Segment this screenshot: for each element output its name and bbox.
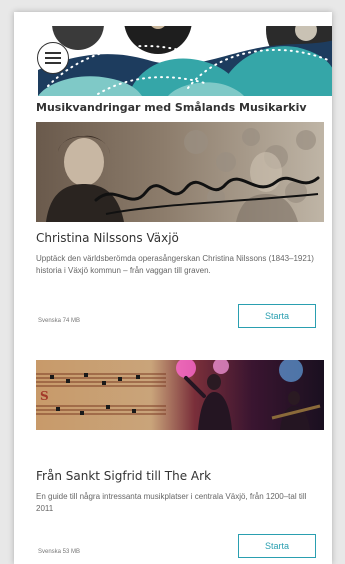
app-screen: Musikvandringar med Smålands Musikarkiv bbox=[14, 12, 332, 564]
concert-photo: S bbox=[36, 360, 324, 430]
walk-image-sankt-sigfrid[interactable]: S bbox=[36, 360, 324, 460]
walk-card: Christina Nilssons Växjö Upptäck den vär… bbox=[36, 122, 332, 328]
walk-description: En guide till några intressanta musikpla… bbox=[36, 492, 307, 513]
page-title: Musikvandringar med Smålands Musikarkiv bbox=[36, 101, 307, 114]
walk-meta: Svenska 74 MB bbox=[38, 318, 81, 324]
start-button[interactable]: Starta bbox=[238, 304, 316, 328]
menu-button[interactable] bbox=[37, 42, 69, 74]
svg-text:S: S bbox=[40, 389, 49, 403]
walk-image-christina-nilsson[interactable] bbox=[36, 122, 324, 222]
portrait-photo bbox=[36, 122, 324, 222]
walk-card: S Från Sankt Sigfrid till The Ark En gui… bbox=[36, 360, 332, 558]
header-banner bbox=[38, 26, 332, 96]
walk-meta: Svenska 53 MB bbox=[38, 549, 81, 555]
walk-description: Upptäck den världsberömda operasångerska… bbox=[36, 254, 314, 275]
banner-artwork bbox=[38, 26, 332, 96]
walk-title[interactable]: Christina Nilssons Växjö bbox=[36, 231, 332, 245]
walk-title[interactable]: Från Sankt Sigfrid till The Ark bbox=[36, 469, 332, 483]
hamburger-menu-icon bbox=[45, 52, 61, 64]
start-button[interactable]: Starta bbox=[238, 534, 316, 558]
